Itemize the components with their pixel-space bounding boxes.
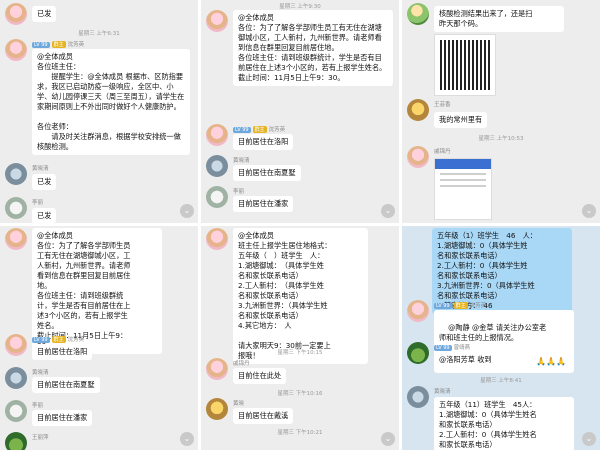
message-bubble[interactable]: 目前居住在潘家 [233,196,294,212]
timestamp: 星期三 上午9:30 [279,4,321,10]
message-bubble[interactable]: 目前居住在潘家 [32,410,93,426]
chevron-down-icon[interactable]: ⌄ [582,432,596,446]
avatar[interactable] [5,334,27,356]
avatar[interactable] [5,39,27,61]
timestamp: 星期三 下午10:16 [277,391,323,397]
sender-name: 戚锦丹 [233,361,250,367]
avatar[interactable] [206,124,228,146]
sender-name: 李丽 [233,189,245,195]
message-bubble[interactable]: @全体成员 各位：为了了解各学部师生员工有无住在湖塘御城小区，工人新村，九州新世… [233,10,393,86]
chat-panel-6: 五年级（1）班学生 46 人： 1.湖塘御城：0（具体学生姓 名和家长联系电话）… [402,226,600,450]
chat-panel-2: 星期三 上午9:30 @全体成员 各位：为了了解各学部师生员工有无住在湖塘御城小… [201,0,399,223]
message-bubble[interactable]: 已发 [32,174,57,190]
qr-code-image[interactable] [434,34,496,96]
avatar[interactable] [206,186,228,208]
message-bubble[interactable]: 目前居住在洛阳 [233,134,294,150]
message-bubble[interactable]: @全体成员 班主任上报学生居住地格式： 五年级（ ）班学生 人： 1.湖塘御城：… [233,228,368,364]
avatar[interactable] [206,358,228,380]
sender-name: LV 99 群主 沈芳英 [32,41,85,48]
avatar[interactable] [206,228,228,250]
avatar[interactable] [407,99,429,121]
level-tag: LV 99 [434,345,452,351]
role-tag: 群主 [51,41,66,48]
screenshot-line [440,185,486,187]
avatar[interactable] [5,367,27,389]
sender-name: 李丽 [32,403,44,409]
chevron-down-icon[interactable]: ⌄ [582,204,596,218]
avatar[interactable] [5,3,27,25]
timestamp: 星期三 下午10:21 [277,430,323,436]
sender-name: 黄晓 [233,401,245,407]
message-bubble[interactable]: 我的常州里有 [434,112,488,128]
sender-name: 李丽 [32,200,44,206]
avatar[interactable] [407,342,429,364]
message-bubble[interactable]: 目前居住在洛阳 [32,344,93,360]
sender-name: 王丽萍 [32,435,49,441]
level-tag: LV 99 [32,42,50,48]
qr-pattern [440,40,490,90]
message-bubble[interactable]: 目前住在此处 [233,368,287,384]
pray-emoji-icon: 🙏🙏🙏 [536,357,566,366]
sender-name: LV 99 群主 沈芳英 [233,126,286,133]
avatar[interactable] [407,300,429,322]
message-bubble[interactable]: 目前居住在南夏墅 [32,377,100,393]
avatar[interactable] [5,228,27,250]
screenshot-header [435,159,491,169]
timestamp: 星期三 下午10:15 [277,350,323,356]
sender-name: LV 99 曾靖燕 [434,345,471,351]
avatar[interactable] [5,432,27,450]
chevron-down-icon[interactable]: ⌄ [381,432,395,446]
message-bubble[interactable]: 目前居住在戴溪 [233,408,294,424]
timestamp: 星期三 上午8:41 [480,378,522,384]
sender-name: 黄晓清 [434,389,451,395]
message-bubble[interactable]: @洛阳芳草 收到 [434,352,497,368]
role-tag: 群主 [51,336,66,343]
message-bubble[interactable]: 已发 [32,208,57,223]
avatar[interactable] [407,386,429,408]
screenshot-line [440,179,486,181]
sender-name: LV 99 群主 沈芳英 [434,302,487,309]
avatar[interactable] [5,163,27,185]
sender-name: 黄晓清 [32,370,49,376]
sender-name: 黄晓清 [233,158,250,164]
role-tag: 群主 [453,302,468,309]
avatar[interactable] [5,400,27,422]
screenshot-image[interactable] [434,158,492,220]
avatar[interactable] [206,398,228,420]
timestamp: 星期三 上午6:31 [78,31,120,37]
level-tag: LV 99 [233,127,251,133]
chat-panel-4: @全体成员 各位：为了了解各学部师生员 工有无住在湖塘御城小区，工 人新村，九州… [0,226,198,450]
chevron-down-icon[interactable]: ⌄ [180,432,194,446]
avatar[interactable] [206,10,228,32]
sender-name: 王芸香 [434,102,451,108]
message-bubble[interactable]: 五年级（11）班学生 45人： 1.湖塘御城：0（具体学生姓名 和家长联系电话）… [434,397,574,450]
sender-name: 黄晓清 [32,166,49,172]
sender-name: LV 99 群主 沈芳英 [32,336,85,343]
sender-name: 戚锦丹 [434,149,451,155]
screenshot-line [440,173,486,175]
chat-panel-3: 核酸检测结果出来了，还是扫 昨天那个码。 王芸香 我的常州里有 星期三 上午10… [402,0,600,223]
message-text: @陶静 @金草 请关注办公室老 师和班主任的上报情况。 [439,323,547,342]
level-tag: LV 99 [434,303,452,309]
chevron-down-icon[interactable]: ⌄ [381,204,395,218]
chat-panel-1: 已发 星期三 上午6:31 LV 99 群主 沈芳英 @全体成员 各位班主任： 提醒… [0,0,198,223]
message-bubble[interactable]: 核酸检测结果出来了，还是扫 昨天那个码。 [434,6,564,32]
message-bubble[interactable]: 已发 [32,6,57,22]
avatar[interactable] [5,197,27,219]
avatar[interactable] [206,155,228,177]
timestamp: 星期三 上午10:53 [478,136,524,142]
avatar[interactable] [407,3,429,25]
level-tag: LV 99 [32,337,50,343]
chevron-down-icon[interactable]: ⌄ [180,204,194,218]
message-bubble[interactable]: 目前居住在南夏墅 [233,165,301,181]
avatar[interactable] [407,146,429,168]
chat-panel-5: @全体成员 班主任上报学生居住地格式： 五年级（ ）班学生 人： 1.湖塘御城：… [201,226,399,450]
role-tag: 群主 [252,126,267,133]
message-bubble[interactable]: @全体成员 各位班主任： 提醒学生：@全体成员 根据市、区防指要求，我区已启动防… [32,49,190,155]
